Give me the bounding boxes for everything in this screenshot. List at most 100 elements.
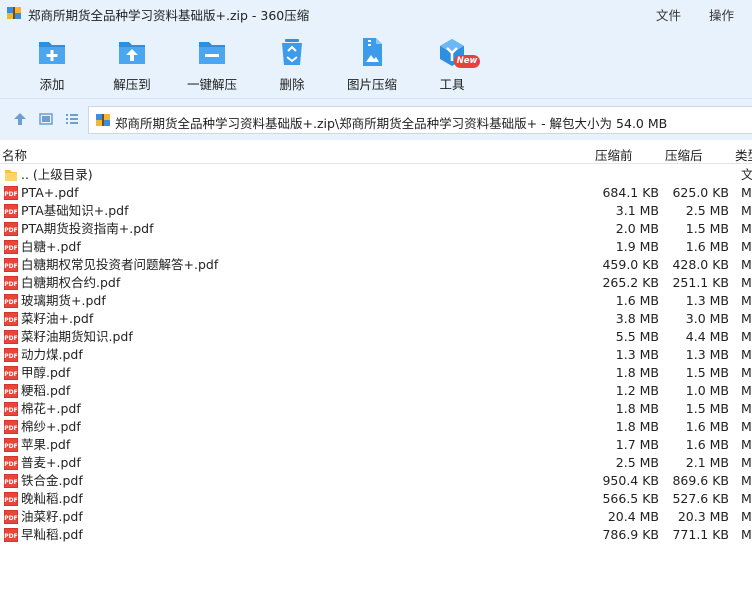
file-packed-size: 1.5 MB [685, 365, 729, 380]
file-name: .. (上级目录) [21, 167, 93, 182]
file-name-cell: PDF PTA基础知识+.pdf [3, 203, 128, 219]
file-name: 玻璃期货+.pdf [21, 293, 106, 308]
file-name: 甲醇.pdf [21, 365, 71, 380]
file-packed-size: 1.0 MB [685, 383, 729, 398]
file-row[interactable]: PDF 油菜籽.pdf 20.4 MB 20.3 MB M [0, 508, 752, 526]
one-click-extract-icon [199, 42, 225, 64]
tools-label: 工具 [439, 77, 465, 92]
file-row[interactable]: PDF 菜籽油+.pdf 3.8 MB 3.0 MB M [0, 310, 752, 328]
file-size: 786.9 KB [602, 527, 659, 542]
column-size-header[interactable]: 压缩前 [595, 145, 633, 164]
file-size: 5.5 MB [615, 329, 659, 344]
folder-icon [5, 170, 17, 181]
zip-archive-icon [7, 7, 21, 19]
menu-operate[interactable]: 操作 [709, 5, 734, 24]
svg-text:PDF: PDF [4, 227, 17, 234]
menu-file[interactable]: 文件 [656, 5, 681, 24]
file-row[interactable]: PDF 白糖期权合约.pdf 265.2 KB 251.1 KB M [0, 274, 752, 292]
file-row[interactable]: PDF PTA期货投资指南+.pdf 2.0 MB 1.5 MB M [0, 220, 752, 238]
file-packed-size: 1.6 MB [685, 437, 729, 452]
extract-to-button[interactable]: 解压到 [92, 36, 172, 96]
column-name-header[interactable]: 名称 [2, 145, 27, 164]
add-button[interactable]: 添加 [12, 36, 92, 96]
image-compress-label: 图片压缩 [346, 77, 397, 92]
file-name: PTA+.pdf [21, 185, 79, 200]
column-type-header[interactable]: 类型 [735, 145, 752, 164]
file-row[interactable]: PDF 动力煤.pdf 1.3 MB 1.3 MB M [0, 346, 752, 364]
file-size: 1.3 MB [615, 347, 659, 362]
file-name-cell: PDF 粳稻.pdf [3, 383, 70, 399]
file-row[interactable]: PDF 铁合金.pdf 950.4 KB 869.6 KB M [0, 472, 752, 490]
file-size: 1.6 MB [615, 293, 659, 308]
column-packed-header[interactable]: 压缩后 [665, 145, 703, 164]
delete-label: 删除 [279, 77, 305, 92]
file-name: 动力煤.pdf [21, 347, 83, 362]
file-row[interactable]: PDF 棉纱+.pdf 1.8 MB 1.6 MB M [0, 418, 752, 436]
file-row[interactable]: PDF 棉花+.pdf 1.8 MB 1.5 MB M [0, 400, 752, 418]
file-name-cell: PDF PTA+.pdf [3, 185, 78, 201]
file-size: 2.5 MB [615, 455, 659, 470]
file-row[interactable]: PDF 白糖+.pdf 1.9 MB 1.6 MB M [0, 238, 752, 256]
svg-text:PDF: PDF [4, 245, 17, 252]
path-field[interactable]: 郑商所期货全品种学习资料基础版+.zip\郑商所期货全品种学习资料基础版+ - … [88, 106, 752, 134]
file-name-cell: PDF 早籼稻.pdf [3, 527, 83, 543]
file-packed-size: 428.0 KB [672, 257, 729, 272]
file-size: 566.5 KB [602, 491, 659, 506]
svg-text:PDF: PDF [4, 389, 17, 396]
file-packed-size: 2.1 MB [685, 455, 729, 470]
svg-text:PDF: PDF [4, 335, 17, 342]
file-row[interactable]: .. (上级目录) 文 [0, 166, 752, 184]
pdf-icon: PDF [4, 384, 18, 398]
svg-text:PDF: PDF [4, 191, 17, 198]
file-type: 文 [741, 167, 752, 182]
file-name: 铁合金.pdf [21, 473, 83, 488]
file-type: M [741, 365, 752, 380]
file-name: PTA基础知识+.pdf [21, 203, 129, 218]
file-name: 粳稻.pdf [21, 383, 71, 398]
image-compress-button[interactable]: 图片压缩 [332, 36, 412, 96]
file-type: M [741, 221, 752, 236]
zip-archive-icon [96, 114, 110, 126]
file-packed-size: 20.3 MB [677, 509, 729, 524]
file-packed-size: 1.5 MB [685, 221, 729, 236]
file-row[interactable]: PDF 普麦+.pdf 2.5 MB 2.1 MB M [0, 454, 752, 472]
tools-button[interactable]: 工具 [412, 36, 492, 96]
file-row[interactable]: PDF 白糖期权常见投资者问题解答+.pdf 459.0 KB 428.0 KB M [0, 256, 752, 274]
svg-text:PDF: PDF [4, 353, 17, 360]
file-row[interactable]: PDF 玻璃期货+.pdf 1.6 MB 1.3 MB M [0, 292, 752, 310]
file-row[interactable]: PDF 粳稻.pdf 1.2 MB 1.0 MB M [0, 382, 752, 400]
thumbnail-view-icon[interactable] [38, 111, 54, 127]
pdf-icon: PDF [4, 492, 18, 506]
file-size: 1.9 MB [615, 239, 659, 254]
file-list-header: 名称 压缩前 压缩后 类型 [0, 140, 752, 164]
file-type: M [741, 239, 752, 254]
add-icon [39, 42, 65, 64]
file-row[interactable]: PDF 菜籽油期货知识.pdf 5.5 MB 4.4 MB M [0, 328, 752, 346]
file-row[interactable]: PDF 苹果.pdf 1.7 MB 1.6 MB M [0, 436, 752, 454]
file-row[interactable]: PDF 晚籼稻.pdf 566.5 KB 527.6 KB M [0, 490, 752, 508]
file-size: 1.8 MB [615, 419, 659, 434]
extract-to-icon [119, 42, 145, 64]
file-row[interactable]: PDF PTA+.pdf 684.1 KB 625.0 KB M [0, 184, 752, 202]
path-text: 郑商所期货全品种学习资料基础版+.zip\郑商所期货全品种学习资料基础版+ - … [115, 116, 668, 131]
file-row[interactable]: PDF 甲醇.pdf 1.8 MB 1.5 MB M [0, 364, 752, 382]
file-type: M [741, 419, 752, 434]
pdf-icon: PDF [4, 276, 18, 290]
delete-button[interactable]: 删除 [252, 36, 332, 96]
file-name: 晚籼稻.pdf [21, 491, 83, 506]
file-name: 油菜籽.pdf [21, 509, 83, 524]
file-name-cell: PDF 棉纱+.pdf [3, 419, 81, 435]
file-packed-size: 4.4 MB [685, 329, 729, 344]
pdf-icon: PDF [4, 240, 18, 254]
file-type: M [741, 401, 752, 416]
file-type: M [741, 185, 752, 200]
file-row[interactable]: PDF 早籼稻.pdf 786.9 KB 771.1 KB M [0, 526, 752, 544]
list-view-icon[interactable] [64, 111, 80, 127]
one-click-extract-button[interactable]: 一键解压 [172, 36, 252, 96]
file-name-cell: PDF 菜籽油期货知识.pdf [3, 329, 133, 345]
file-name-cell: PDF 油菜籽.pdf [3, 509, 83, 525]
file-row[interactable]: PDF PTA基础知识+.pdf 3.1 MB 2.5 MB M [0, 202, 752, 220]
file-size: 1.8 MB [615, 365, 659, 380]
up-arrow-icon[interactable] [12, 111, 28, 127]
file-name-cell: PDF 白糖期权常见投资者问题解答+.pdf [3, 257, 218, 273]
